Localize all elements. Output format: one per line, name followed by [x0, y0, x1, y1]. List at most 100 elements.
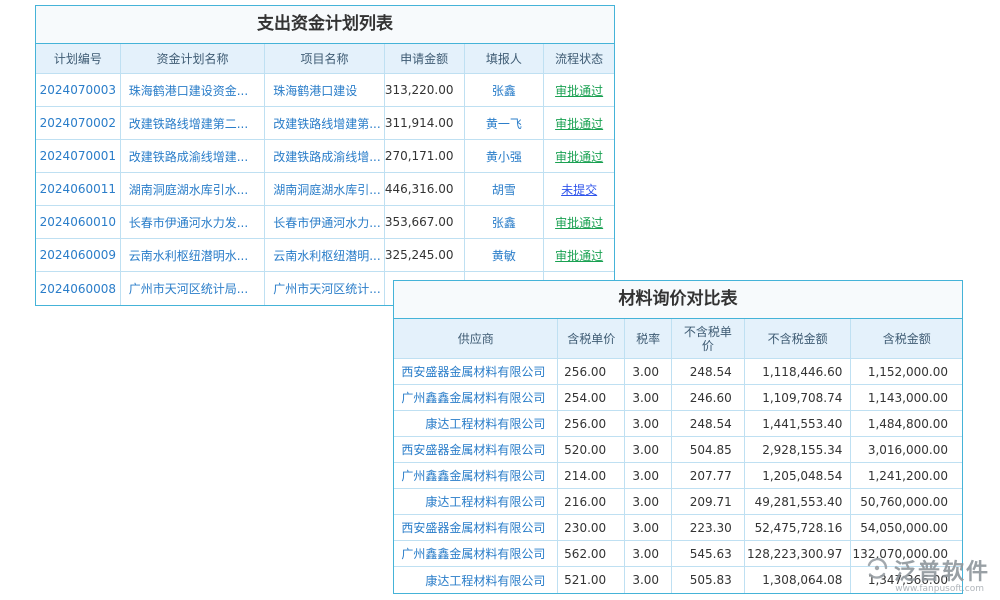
cell-gross-amount: 1,241,200.00 — [851, 463, 962, 488]
cell-gross-price: 216.00 — [558, 489, 625, 514]
cell-net-price: 246.60 — [672, 385, 745, 410]
cell-tax-rate: 3.00 — [625, 411, 672, 436]
table-row: 2024060011 湖南洞庭湖水库引水... 湖南洞庭湖水库引... 446,… — [36, 173, 614, 206]
cell-plan-id[interactable]: 2024060010 — [36, 206, 121, 238]
col-header-fund-plan: 资金计划名称 — [121, 44, 266, 73]
table-row: 2024070001 改建铁路成渝线增建... 改建铁路成渝线增... 270,… — [36, 140, 614, 173]
cell-gross-price: 562.00 — [558, 541, 625, 566]
col-header-net-amount: 不含税金额 — [745, 319, 852, 358]
cell-gross-price: 520.00 — [558, 437, 625, 462]
table1-header-row: 计划编号 资金计划名称 项目名称 申请金额 填报人 流程状态 — [36, 44, 614, 74]
cell-project[interactable]: 改建铁路线增建第... — [265, 107, 385, 139]
cell-project[interactable]: 长春市伊通河水力... — [265, 206, 385, 238]
material-inquiry-comparison-table: 材料询价对比表 供应商 含税单价 税率 不含税单价 不含税金额 含税金额 西安盛… — [393, 280, 963, 594]
cell-gross-amount: 50,760,000.00 — [851, 489, 962, 514]
cell-net-amount: 1,118,446.60 — [745, 359, 852, 384]
cell-fund-plan[interactable]: 云南水利枢纽潜明水... — [121, 239, 266, 271]
cell-amount: 270,171.00 — [385, 140, 465, 172]
cell-net-amount: 2,928,155.34 — [745, 437, 852, 462]
table-row: 康达工程材料有限公司 216.00 3.00 209.71 49,281,553… — [394, 489, 962, 515]
table2-header-row: 供应商 含税单价 税率 不含税单价 不含税金额 含税金额 — [394, 319, 962, 359]
cell-net-price: 209.71 — [672, 489, 745, 514]
cell-supplier[interactable]: 广州鑫鑫金属材料有限公司 — [394, 541, 558, 566]
table-row: 2024060009 云南水利枢纽潜明水... 云南水利枢纽潜明... 325,… — [36, 239, 614, 272]
cell-net-amount: 52,475,728.16 — [745, 515, 852, 540]
cell-net-amount: 49,281,553.40 — [745, 489, 852, 514]
cell-supplier[interactable]: 广州鑫鑫金属材料有限公司 — [394, 463, 558, 488]
cell-net-amount: 1,205,048.54 — [745, 463, 852, 488]
cell-status-link[interactable]: 审批通过 — [544, 206, 614, 238]
fanpu-logo-icon — [864, 555, 890, 585]
col-header-reporter: 填报人 — [465, 44, 545, 73]
cell-plan-id[interactable]: 2024060009 — [36, 239, 121, 271]
table-row: 2024070002 改建铁路线增建第二... 改建铁路线增建第... 311,… — [36, 107, 614, 140]
vendor-watermark: 泛普软件 www.fanpusoft.com — [864, 554, 990, 594]
table2-title: 材料询价对比表 — [394, 281, 962, 319]
cell-reporter[interactable]: 黄一飞 — [465, 107, 545, 139]
cell-supplier[interactable]: 康达工程材料有限公司 — [394, 567, 558, 593]
cell-gross-amount: 54,050,000.00 — [851, 515, 962, 540]
cell-status-link[interactable]: 审批通过 — [544, 74, 614, 106]
cell-supplier[interactable]: 西安盛器金属材料有限公司 — [394, 359, 558, 384]
cell-reporter[interactable]: 张鑫 — [465, 206, 545, 238]
cell-fund-plan[interactable]: 广州市天河区统计局... — [121, 272, 266, 305]
cell-reporter[interactable]: 黄小强 — [465, 140, 545, 172]
cell-project[interactable]: 云南水利枢纽潜明... — [265, 239, 385, 271]
cell-net-price: 248.54 — [672, 411, 745, 436]
cell-status-link[interactable]: 审批通过 — [544, 239, 614, 271]
cell-tax-rate: 3.00 — [625, 515, 672, 540]
cell-tax-rate: 3.00 — [625, 437, 672, 462]
cell-reporter[interactable]: 胡雪 — [465, 173, 545, 205]
table-row: 广州鑫鑫金属材料有限公司 254.00 3.00 246.60 1,109,70… — [394, 385, 962, 411]
cell-fund-plan[interactable]: 改建铁路线增建第二... — [121, 107, 266, 139]
col-header-project: 项目名称 — [265, 44, 385, 73]
table-row: 西安盛器金属材料有限公司 230.00 3.00 223.30 52,475,7… — [394, 515, 962, 541]
cell-gross-amount: 3,016,000.00 — [851, 437, 962, 462]
col-header-status: 流程状态 — [544, 44, 614, 73]
cell-gross-amount: 1,484,800.00 — [851, 411, 962, 436]
cell-fund-plan[interactable]: 湖南洞庭湖水库引水... — [121, 173, 266, 205]
cell-supplier[interactable]: 康达工程材料有限公司 — [394, 489, 558, 514]
cell-project[interactable]: 湖南洞庭湖水库引... — [265, 173, 385, 205]
cell-supplier[interactable]: 广州鑫鑫金属材料有限公司 — [394, 385, 558, 410]
col-header-tax-rate: 税率 — [625, 319, 672, 358]
vendor-url-text: www.fanpusoft.com — [895, 584, 990, 594]
cell-net-price: 223.30 — [672, 515, 745, 540]
vendor-brand-text: 泛普软件 — [894, 554, 990, 586]
cell-status-link[interactable]: 审批通过 — [544, 107, 614, 139]
cell-status-link[interactable]: 审批通过 — [544, 140, 614, 172]
cell-gross-price: 521.00 — [558, 567, 625, 593]
cell-supplier[interactable]: 康达工程材料有限公司 — [394, 411, 558, 436]
cell-plan-id[interactable]: 2024070003 — [36, 74, 121, 106]
col-header-net-price: 不含税单价 — [672, 319, 745, 358]
cell-net-price: 545.63 — [672, 541, 745, 566]
cell-fund-plan[interactable]: 长春市伊通河水力发... — [121, 206, 266, 238]
cell-amount: 446,316.00 — [385, 173, 465, 205]
col-header-gross-amount: 含税金额 — [851, 319, 962, 358]
cell-fund-plan[interactable]: 改建铁路成渝线增建... — [121, 140, 266, 172]
cell-tax-rate: 3.00 — [625, 541, 672, 566]
table-row: 西安盛器金属材料有限公司 256.00 3.00 248.54 1,118,44… — [394, 359, 962, 385]
cell-supplier[interactable]: 西安盛器金属材料有限公司 — [394, 515, 558, 540]
cell-plan-id[interactable]: 2024060008 — [36, 272, 121, 305]
cell-supplier[interactable]: 西安盛器金属材料有限公司 — [394, 437, 558, 462]
cell-net-amount: 1,109,708.74 — [745, 385, 852, 410]
cell-status-link[interactable]: 未提交 — [544, 173, 614, 205]
cell-plan-id[interactable]: 2024060011 — [36, 173, 121, 205]
col-header-supplier: 供应商 — [394, 319, 558, 358]
cell-tax-rate: 3.00 — [625, 359, 672, 384]
cell-net-amount: 1,308,064.08 — [745, 567, 852, 593]
cell-gross-amount: 1,143,000.00 — [851, 385, 962, 410]
table-row: 2024070003 珠海鹤港口建设资金... 珠海鹤港口建设 313,220.… — [36, 74, 614, 107]
cell-reporter[interactable]: 黄敏 — [465, 239, 545, 271]
cell-tax-rate: 3.00 — [625, 489, 672, 514]
table-row: 广州鑫鑫金属材料有限公司 214.00 3.00 207.77 1,205,04… — [394, 463, 962, 489]
cell-project[interactable]: 改建铁路成渝线增... — [265, 140, 385, 172]
cell-project[interactable]: 广州市天河区统计... — [265, 272, 385, 305]
cell-reporter[interactable]: 张鑫 — [465, 74, 545, 106]
cell-plan-id[interactable]: 2024070002 — [36, 107, 121, 139]
cell-fund-plan[interactable]: 珠海鹤港口建设资金... — [121, 74, 266, 106]
cell-gross-amount: 1,152,000.00 — [851, 359, 962, 384]
cell-plan-id[interactable]: 2024070001 — [36, 140, 121, 172]
cell-project[interactable]: 珠海鹤港口建设 — [265, 74, 385, 106]
